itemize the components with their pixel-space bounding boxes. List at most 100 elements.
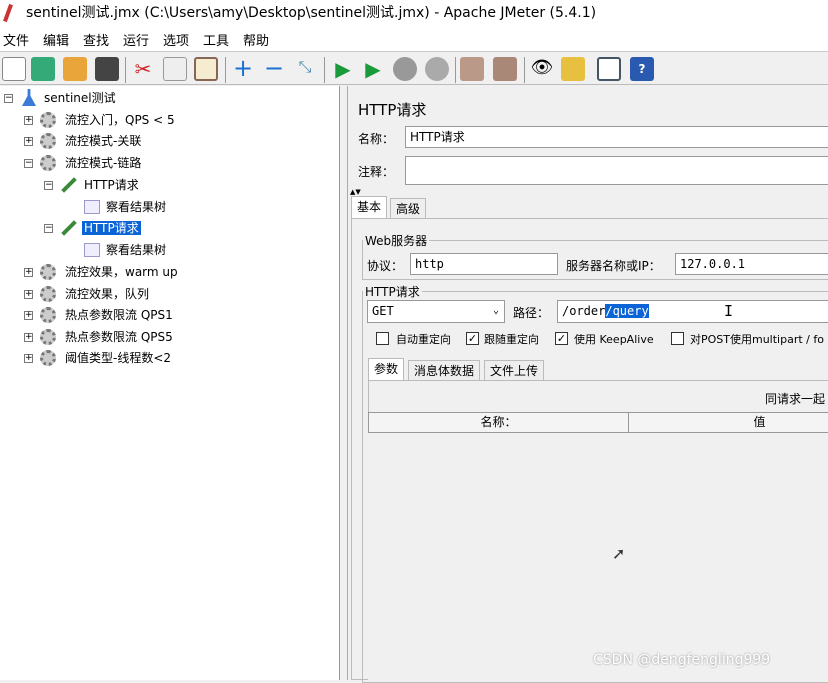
method-select[interactable]: GET ⌄ [367,300,505,323]
name-input[interactable]: HTTP请求 [405,126,828,148]
collapse-toggle[interactable]: − [44,181,53,190]
column-name[interactable]: 名称： [369,413,629,432]
menu-tools[interactable]: 工具 [203,30,229,49]
expand-toggle[interactable]: + [24,116,33,125]
mouse-pointer-icon: ➚ [612,544,626,563]
splitter-arrows[interactable]: ▲▼ [350,188,361,196]
tab-file-upload[interactable]: 文件上传 [484,360,545,380]
menu-help[interactable]: 帮助 [243,30,269,49]
keepalive-checkbox[interactable]: ✓ [555,332,568,345]
comment-input[interactable] [405,156,828,185]
tree-node-thread-group[interactable]: 流控入门，QPS < 5 [65,110,175,130]
thread-group-icon [40,307,56,323]
follow-redirect-label: 跟随重定向 [484,333,539,346]
tree-node-http-request[interactable]: HTTP请求 [84,175,139,195]
multipart-label: 对POST使用multipart / fo [690,333,824,346]
help-icon[interactable]: ? [630,57,654,81]
web-server-legend: Web服务器 [365,234,428,248]
follow-redirect-checkbox[interactable]: ✓ [466,332,479,345]
menu-file[interactable]: 文件 [3,30,29,49]
menu-search[interactable]: 查找 [83,30,109,49]
http-request-legend: HTTP请求 [365,285,420,299]
clear-all-icon[interactable] [493,57,517,81]
results-tree-icon [84,200,100,214]
tree-node-http-request-selected[interactable]: HTTP请求 [82,218,141,238]
auto-redirect-label: 自动重定向 [396,333,451,346]
tree-node-thread-group[interactable]: 流控效果，队列 [65,284,149,304]
start-no-pause-icon[interactable]: ▶ [361,57,385,81]
protocol-label: 协议： [367,259,404,273]
expand-toggle[interactable]: + [24,137,33,146]
keepalive-label: 使用 KeepAlive [574,333,654,346]
auto-redirect-checkbox[interactable] [376,332,389,345]
tree-node-thread-group[interactable]: 流控效果，warm up [65,262,178,282]
tab-body-data[interactable]: 消息体数据 [408,360,481,380]
table-header: 名称： 值 [368,412,828,433]
search-icon[interactable]: 👁 [530,57,554,81]
tree-node-thread-group[interactable]: 流控模式-链路 [65,153,141,173]
tree-node-thread-group[interactable]: 热点参数限流 QPS5 [65,327,173,347]
tree-node-thread-group[interactable]: 流控模式-关联 [65,131,141,151]
http-sampler-icon [61,220,77,236]
toggle-icon[interactable]: ⤡ [293,57,317,81]
cut-icon[interactable]: ✂ [131,57,155,81]
collapse-icon[interactable]: − [262,56,286,81]
tab-basic[interactable]: 基本 [351,196,388,218]
menu-run[interactable]: 运行 [123,30,149,49]
thread-group-icon [40,133,56,149]
thread-group-icon [40,155,56,171]
method-value: GET [372,304,394,318]
reset-search-icon[interactable] [561,57,585,81]
http-request-panel: HTTP请求 名称： HTTP请求 注释： ▲▼ 基本 高级 Web服务器 协议… [347,86,828,683]
test-plan-tree: − sentinel测试 + 流控入门，QPS < 5 + 流控模式-关联 − … [0,86,340,680]
expand-icon[interactable]: + [231,56,255,81]
parameters-table-body[interactable] [368,433,828,680]
thread-group-icon [40,286,56,302]
column-value[interactable]: 值 [629,413,828,432]
function-helper-icon[interactable] [597,57,621,81]
menu-options[interactable]: 选项 [163,30,189,49]
path-text: /order [562,304,606,318]
clear-icon[interactable] [460,57,484,81]
shutdown-icon[interactable] [425,57,449,81]
expand-toggle[interactable]: + [24,354,33,363]
open-icon[interactable] [63,57,87,81]
templates-icon[interactable] [31,57,55,81]
path-input[interactable]: /order/query Ι [557,300,828,323]
tree-node-thread-group[interactable]: 热点参数限流 QPS1 [65,305,173,325]
title-bar: sentinel测试.jmx (C:\Users\amy\Desktop\sen… [0,0,828,26]
new-icon[interactable] [2,57,26,81]
thread-group-icon [40,329,56,345]
menu-edit[interactable]: 编辑 [43,30,69,49]
text-cursor-icon: Ι [724,302,734,320]
protocol-input[interactable]: http [410,253,558,275]
expand-toggle[interactable]: + [24,290,33,299]
collapse-toggle[interactable]: − [4,94,13,103]
tree-node-thread-group[interactable]: 阈值类型-线程数<2 [65,348,171,368]
collapse-toggle[interactable]: − [24,159,33,168]
thread-group-icon [40,112,56,128]
collapse-toggle[interactable]: − [44,224,53,233]
tree-node-root[interactable]: sentinel测试 [44,88,116,108]
start-icon[interactable]: ▶ [331,57,355,81]
save-icon[interactable] [95,57,119,81]
copy-icon[interactable] [163,57,187,81]
path-selected-text: /query [605,304,649,318]
jmeter-feather-icon [3,3,13,23]
tab-advanced[interactable]: 高级 [390,198,427,218]
paste-icon[interactable] [194,57,218,81]
toolbar: ✂ + − ⤡ ▶ ▶ 👁 ? [0,53,828,85]
test-plan-icon [22,89,36,106]
stop-icon[interactable] [393,57,417,81]
window-title: sentinel测试.jmx (C:\Users\amy\Desktop\sen… [26,5,597,21]
expand-toggle[interactable]: + [24,333,33,342]
tree-node-view-results[interactable]: 察看结果树 [106,197,166,217]
tree-node-view-results[interactable]: 察看结果树 [106,240,166,260]
tab-parameters[interactable]: 参数 [368,358,405,380]
chevron-down-icon: ⌄ [492,305,499,316]
expand-toggle[interactable]: + [24,268,33,277]
thread-group-icon [40,264,56,280]
multipart-checkbox[interactable] [671,332,684,345]
expand-toggle[interactable]: + [24,311,33,320]
server-input[interactable]: 127.0.0.1 [675,253,828,275]
